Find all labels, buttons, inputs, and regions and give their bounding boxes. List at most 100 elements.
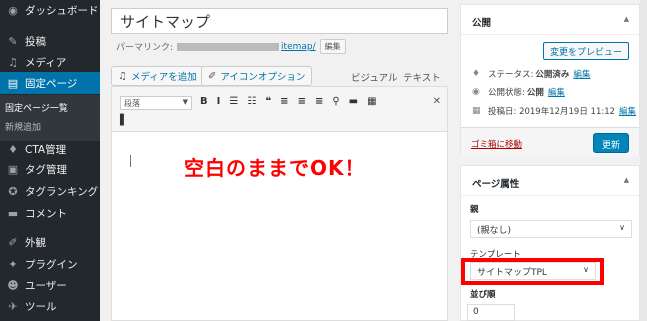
- eye-icon: ◉: [472, 87, 480, 97]
- collapse-icon[interactable]: ▲: [624, 15, 629, 23]
- date-row: ▦ 投稿日: 2019年12月19日 11:12 編集: [472, 105, 636, 117]
- date-edit-link[interactable]: 編集: [619, 105, 636, 117]
- add-media-button[interactable]: ♫ メディアを追加: [111, 66, 204, 86]
- pages-submenu: 固定ページ一覧 新規追加: [0, 95, 100, 141]
- admin-sidebar: ◉ ダッシュボード ✎ 投稿 ♫ メディア ▤ 固定ページ 固定ページ一覧 新規…: [0, 0, 100, 321]
- publish-box-title: 公開: [472, 18, 492, 29]
- icon-option-button[interactable]: ✐ アイコンオプション: [201, 66, 313, 86]
- align-right-icon[interactable]: ≡: [315, 96, 323, 107]
- status-value: 公開済み: [535, 70, 570, 80]
- sidebar-item-dashboard[interactable]: ◉ ダッシュボード: [0, 0, 100, 21]
- sidebar-item-label: ユーザー: [25, 279, 67, 292]
- sidebar-item-label: 投稿: [25, 35, 46, 48]
- plugin-icon: ✦: [8, 257, 18, 271]
- editor-toolbar: 段落 ▼ B I ☰ ☷ ❝ ≡ ≡ ≡ ⚲ ▬ ▦ ✕ ▌: [112, 87, 447, 132]
- pin-icon: ♦: [472, 69, 481, 79]
- scrollbar[interactable]: [640, 0, 647, 321]
- status-row: ♦ ステータス: 公開済み 編集: [472, 68, 590, 80]
- page-icon: ▤: [7, 76, 19, 90]
- sidebar-item-label: ツール: [25, 300, 57, 313]
- page-attributes-header[interactable]: ページ属性 ▲: [461, 166, 639, 196]
- sidebar-item-label: 固定ページ: [25, 77, 78, 90]
- numbered-list-icon[interactable]: ☷: [247, 96, 256, 107]
- text-cursor: [130, 155, 131, 167]
- wp-editor-screen: ◉ ダッシュボード ✎ 投稿 ♫ メディア ▤ 固定ページ 固定ページ一覧 新規…: [0, 0, 647, 321]
- sidebar-item-tools[interactable]: ✈ ツール: [0, 295, 100, 317]
- add-media-label: メディアを追加: [130, 72, 197, 83]
- preview-button[interactable]: 変更をプレビュー: [542, 42, 629, 60]
- annotation-text: 空白のままでOK！: [184, 156, 366, 180]
- visibility-label: 公開状態:: [488, 88, 525, 98]
- sidebar-item-label: プラグイン: [25, 258, 78, 271]
- menu-order-input[interactable]: 0: [467, 304, 515, 321]
- sidebar-item-cta[interactable]: ♦ CTA管理: [0, 138, 100, 160]
- sidebar-item-label: タグランキング: [25, 185, 99, 198]
- visibility-value: 公開: [526, 88, 544, 98]
- publish-box-header[interactable]: 公開 ▲: [461, 5, 639, 35]
- sidebar-item-label: コメント: [25, 207, 67, 220]
- brush-icon: ✐: [8, 235, 18, 249]
- sidebar-item-label: ダッシュボード: [25, 4, 99, 17]
- media-icon: ♫: [8, 55, 18, 69]
- post-title-input[interactable]: サイトマップ: [111, 8, 448, 34]
- blockquote-icon[interactable]: ❝: [265, 96, 271, 107]
- lightbulb-icon: ♦: [8, 142, 18, 156]
- submenu-all-pages[interactable]: 固定ページ一覧: [5, 101, 68, 114]
- sidebar-item-label: CTA管理: [25, 143, 67, 156]
- order-label: 並び順: [470, 290, 496, 300]
- move-to-trash-link[interactable]: ゴミ箱に移動: [471, 138, 522, 150]
- permalink-blurred-url: [177, 42, 280, 51]
- read-more-icon[interactable]: ▬: [349, 96, 358, 107]
- content-editor[interactable]: 段落 ▼ B I ☰ ☷ ❝ ≡ ≡ ≡ ⚲ ▬ ▦ ✕ ▌ 空白のままでOK！: [111, 86, 448, 321]
- user-icon: ☻: [7, 278, 19, 292]
- tab-visual[interactable]: ビジュアル: [351, 70, 398, 84]
- align-left-icon[interactable]: ≡: [280, 96, 288, 107]
- format-select[interactable]: 段落 ▼: [120, 96, 192, 110]
- permalink-edit-button[interactable]: 編集: [319, 39, 346, 54]
- media-icon: ♫: [118, 70, 127, 82]
- template-highlight-box: [461, 258, 604, 285]
- sidebar-item-pages[interactable]: ▤ 固定ページ: [0, 72, 100, 94]
- sidebar-item-users[interactable]: ☻ ユーザー: [0, 274, 100, 296]
- page-attributes-title: ページ属性: [472, 179, 520, 190]
- align-center-icon[interactable]: ≡: [298, 96, 306, 107]
- bullet-list-icon[interactable]: ☰: [229, 96, 238, 107]
- sidebar-item-plugins[interactable]: ✦ プラグイン: [0, 253, 100, 275]
- dashboard-icon: ◉: [8, 3, 18, 17]
- fullscreen-icon[interactable]: ✕: [433, 96, 441, 107]
- icon-option-label: アイコンオプション: [220, 72, 306, 83]
- parent-select[interactable]: (親なし) ∨: [470, 220, 632, 238]
- toolbar-buttons: B I ☰ ☷ ❝ ≡ ≡ ≡ ⚲ ▬ ▦: [200, 96, 377, 107]
- bold-icon[interactable]: B: [200, 96, 208, 107]
- brush-icon: ✐: [208, 70, 217, 82]
- sidebar-item-appearance[interactable]: ✐ 外観: [0, 231, 100, 253]
- sidebar-item-comments[interactable]: ▬ コメント: [0, 202, 100, 224]
- collapse-icon[interactable]: ▲: [624, 176, 629, 184]
- visibility-row: ◉ 公開状態: 公開 編集: [472, 86, 565, 98]
- link-icon[interactable]: ⚲: [332, 96, 339, 107]
- permalink-row: パーマリンク: itemap/ 編集: [116, 39, 346, 54]
- visibility-edit-link[interactable]: 編集: [548, 86, 565, 98]
- publish-box: 公開 ▲ 変更をプレビュー ♦ ステータス: 公開済み 編集 ◉ 公開状態: 公…: [460, 4, 640, 157]
- paste-icon[interactable]: ▌: [120, 115, 128, 126]
- permalink-slug-link[interactable]: itemap/: [281, 42, 316, 52]
- calendar-icon: ▦: [472, 106, 481, 116]
- sidebar-item-tag-ranking[interactable]: ✪ タグランキング: [0, 180, 100, 202]
- italic-icon[interactable]: I: [217, 96, 221, 107]
- parent-select-value: (親なし): [477, 226, 512, 236]
- page-attributes-box: ページ属性 ▲ 親 (親なし) ∨ テンプレート サイトマップTPL ∨ 並び順: [460, 165, 640, 321]
- status-edit-link[interactable]: 編集: [573, 68, 590, 80]
- sidebar-item-posts[interactable]: ✎ 投稿: [0, 30, 100, 52]
- sidebar-item-media[interactable]: ♫ メディア: [0, 51, 100, 73]
- sidebar-item-label: メディア: [25, 56, 67, 69]
- update-button[interactable]: 更新: [592, 133, 629, 153]
- sidebar-item-label: タグ管理: [25, 163, 67, 176]
- toolbar-toggle-icon[interactable]: ▦: [367, 96, 376, 107]
- sidebar-item-tags[interactable]: ▣ タグ管理: [0, 158, 100, 180]
- submenu-add-new[interactable]: 新規追加: [5, 120, 41, 133]
- tab-text[interactable]: テキスト: [403, 70, 441, 84]
- publish-date: 投稿日: 2019年12月19日 11:12: [488, 107, 616, 117]
- permalink-label: パーマリンク:: [116, 43, 174, 53]
- tag-box-icon: ▣: [7, 162, 19, 176]
- format-select-value: 段落: [124, 99, 140, 108]
